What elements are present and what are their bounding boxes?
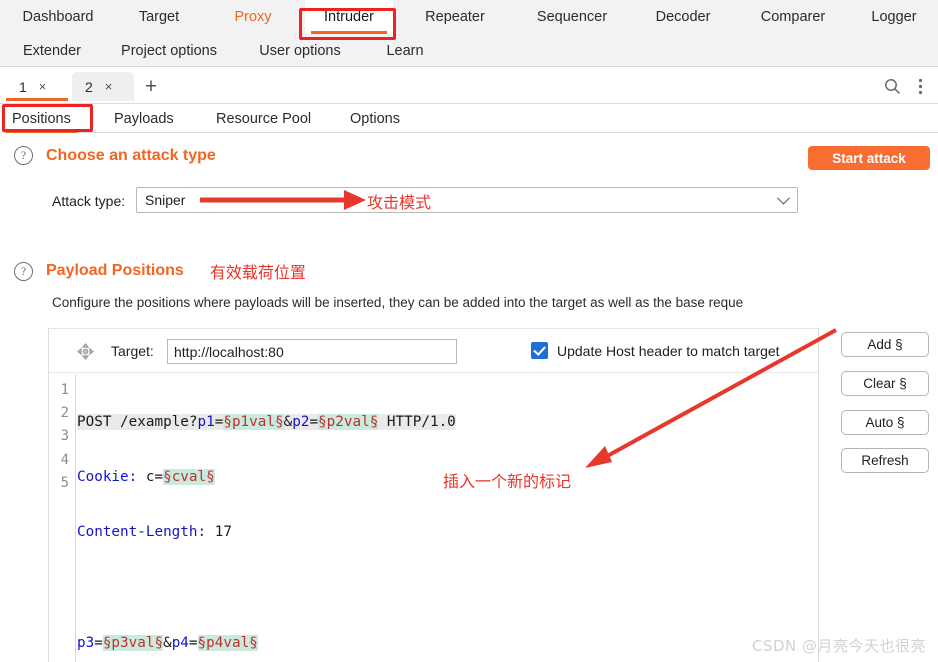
menu-item-label: Dashboard — [22, 9, 94, 25]
menu-item-proxy[interactable]: Proxy — [219, 0, 287, 34]
payload-positions-title: Payload Positions — [46, 262, 184, 279]
menu-item-label: Target — [138, 9, 180, 25]
menu-item-label: Proxy — [234, 9, 272, 25]
update-host-header-label: Update Host header to match target — [557, 343, 780, 359]
menu-item-label: Repeater — [425, 9, 485, 25]
help-icon[interactable]: ? — [14, 146, 33, 165]
attack-tab-2-label: 2 — [85, 78, 93, 95]
request-editor-panel: Target: Update Host header to match targ… — [48, 328, 819, 662]
menu-item-label: Sequencer — [536, 9, 608, 25]
menu-item-user-options[interactable]: User options — [245, 34, 355, 67]
attack-tab-1-label: 1 — [19, 78, 27, 95]
request-line-4 — [77, 577, 818, 600]
attack-type-select[interactable]: Sniper — [136, 187, 798, 213]
menu-item-label: Logger — [871, 9, 917, 25]
line-number: 5 — [60, 474, 69, 491]
add-marker-button[interactable]: Add § — [841, 332, 929, 357]
menu-item-learn[interactable]: Learn — [375, 34, 435, 67]
add-attack-tab-button[interactable]: + — [140, 76, 162, 99]
main-menu-bar: Dashboard Target Proxy Intruder Repeater Sequ… — [0, 0, 938, 67]
tab-label: Resource Pool — [216, 110, 312, 127]
auto-markers-button[interactable]: Auto § — [841, 410, 929, 435]
tab-payloads[interactable]: Payloads — [108, 104, 180, 133]
tab-label: Positions — [12, 110, 71, 127]
attack-type-selected-value: Sniper — [145, 192, 186, 208]
tab-positions[interactable]: Positions — [6, 104, 77, 133]
request-line-3: Content-Length: 17 — [77, 524, 232, 541]
clear-markers-button[interactable]: Clear § — [841, 371, 929, 396]
request-line-5: p3=§p3val§&p4=§p4val§ — [77, 634, 258, 651]
line-number-gutter: 1 2 3 4 5 — [49, 374, 76, 662]
menu-row-secondary: Extender Project options User options Learn — [0, 34, 938, 67]
tab-resource-pool[interactable]: Resource Pool — [210, 104, 317, 133]
menu-item-logger[interactable]: Logger — [856, 0, 932, 34]
line-number: 3 — [60, 428, 69, 445]
insert-marker-annotation: 插入一个新的标记 — [443, 472, 572, 491]
attack-tab-1-close-icon[interactable]: × — [39, 79, 47, 94]
menu-item-intruder[interactable]: Intruder — [305, 0, 393, 34]
menu-item-label: User options — [259, 42, 341, 59]
menu-item-label: Extender — [22, 42, 82, 59]
kebab-menu-icon[interactable] — [918, 78, 923, 100]
attack-type-field-label: Attack type: — [52, 193, 126, 209]
menu-item-dashboard[interactable]: Dashboard — [8, 0, 108, 34]
tab-label: Payloads — [114, 110, 174, 127]
line-number: 4 — [60, 451, 69, 468]
attack-type-annotation: 攻击模式 — [367, 193, 432, 212]
move-handle-icon[interactable] — [77, 343, 94, 360]
request-editor-toolbar: Target: Update Host header to match targ… — [49, 329, 818, 373]
target-label: Target: — [111, 343, 154, 359]
target-input[interactable] — [167, 339, 457, 364]
menu-item-repeater[interactable]: Repeater — [410, 0, 500, 34]
watermark: CSDN @月亮今天也很亮 — [751, 637, 926, 655]
payload-positions-description: Configure the positions where payloads w… — [52, 295, 744, 310]
line-number: 2 — [60, 405, 69, 422]
menu-item-sequencer[interactable]: Sequencer — [518, 0, 626, 34]
menu-item-extender[interactable]: Extender — [8, 34, 96, 67]
refresh-button[interactable]: Refresh — [841, 448, 929, 473]
menu-item-decoder[interactable]: Decoder — [637, 0, 729, 34]
payload-positions-section-header: ? Payload Positions 有效载荷位置 — [14, 259, 306, 283]
attack-type-title: Choose an attack type — [46, 146, 216, 164]
attack-type-section-header: ? Choose an attack type — [14, 146, 216, 165]
search-icon[interactable] — [884, 78, 901, 100]
menu-item-label: Comparer — [760, 9, 826, 25]
line-number: 1 — [60, 382, 69, 398]
request-line-1: POST /example?p1=§p1val§&p2=§p2val§ HTTP… — [77, 414, 456, 430]
payload-positions-annotation: 有效载荷位置 — [209, 263, 306, 282]
attack-tab-1[interactable]: 1 × — [6, 72, 68, 101]
menu-item-label: Intruder — [324, 9, 374, 25]
menu-item-label: Project options — [121, 42, 217, 59]
intruder-sub-tab-bar: Positions Payloads Resource Pool Options — [0, 104, 938, 133]
start-attack-button[interactable]: Start attack — [808, 146, 930, 170]
menu-item-label: Learn — [386, 42, 424, 59]
update-host-header-checkbox[interactable] — [531, 342, 548, 359]
tab-label: Options — [350, 110, 400, 127]
attack-tab-2[interactable]: 2 × — [72, 72, 134, 101]
tab-options[interactable]: Options — [344, 104, 406, 133]
attack-tab-2-close-icon[interactable]: × — [105, 79, 113, 94]
help-icon-2[interactable]: ? — [14, 261, 33, 281]
menu-item-comparer[interactable]: Comparer — [743, 0, 843, 34]
menu-item-project-options[interactable]: Project options — [105, 34, 233, 67]
burp-intruder-window: Dashboard Target Proxy Intruder Repeater Sequ… — [0, 0, 938, 662]
menu-row-primary: Dashboard Target Proxy Intruder Repeater Sequ… — [0, 0, 938, 34]
menu-item-label: Decoder — [655, 9, 711, 25]
request-code-area[interactable]: POST /example?p1=§p1val§&p2=§p2val§ HTTP… — [77, 374, 818, 662]
chevron-down-icon — [777, 191, 790, 205]
attack-tab-strip: 1 × 2 × + — [0, 67, 938, 104]
menu-item-target[interactable]: Target — [115, 0, 203, 34]
